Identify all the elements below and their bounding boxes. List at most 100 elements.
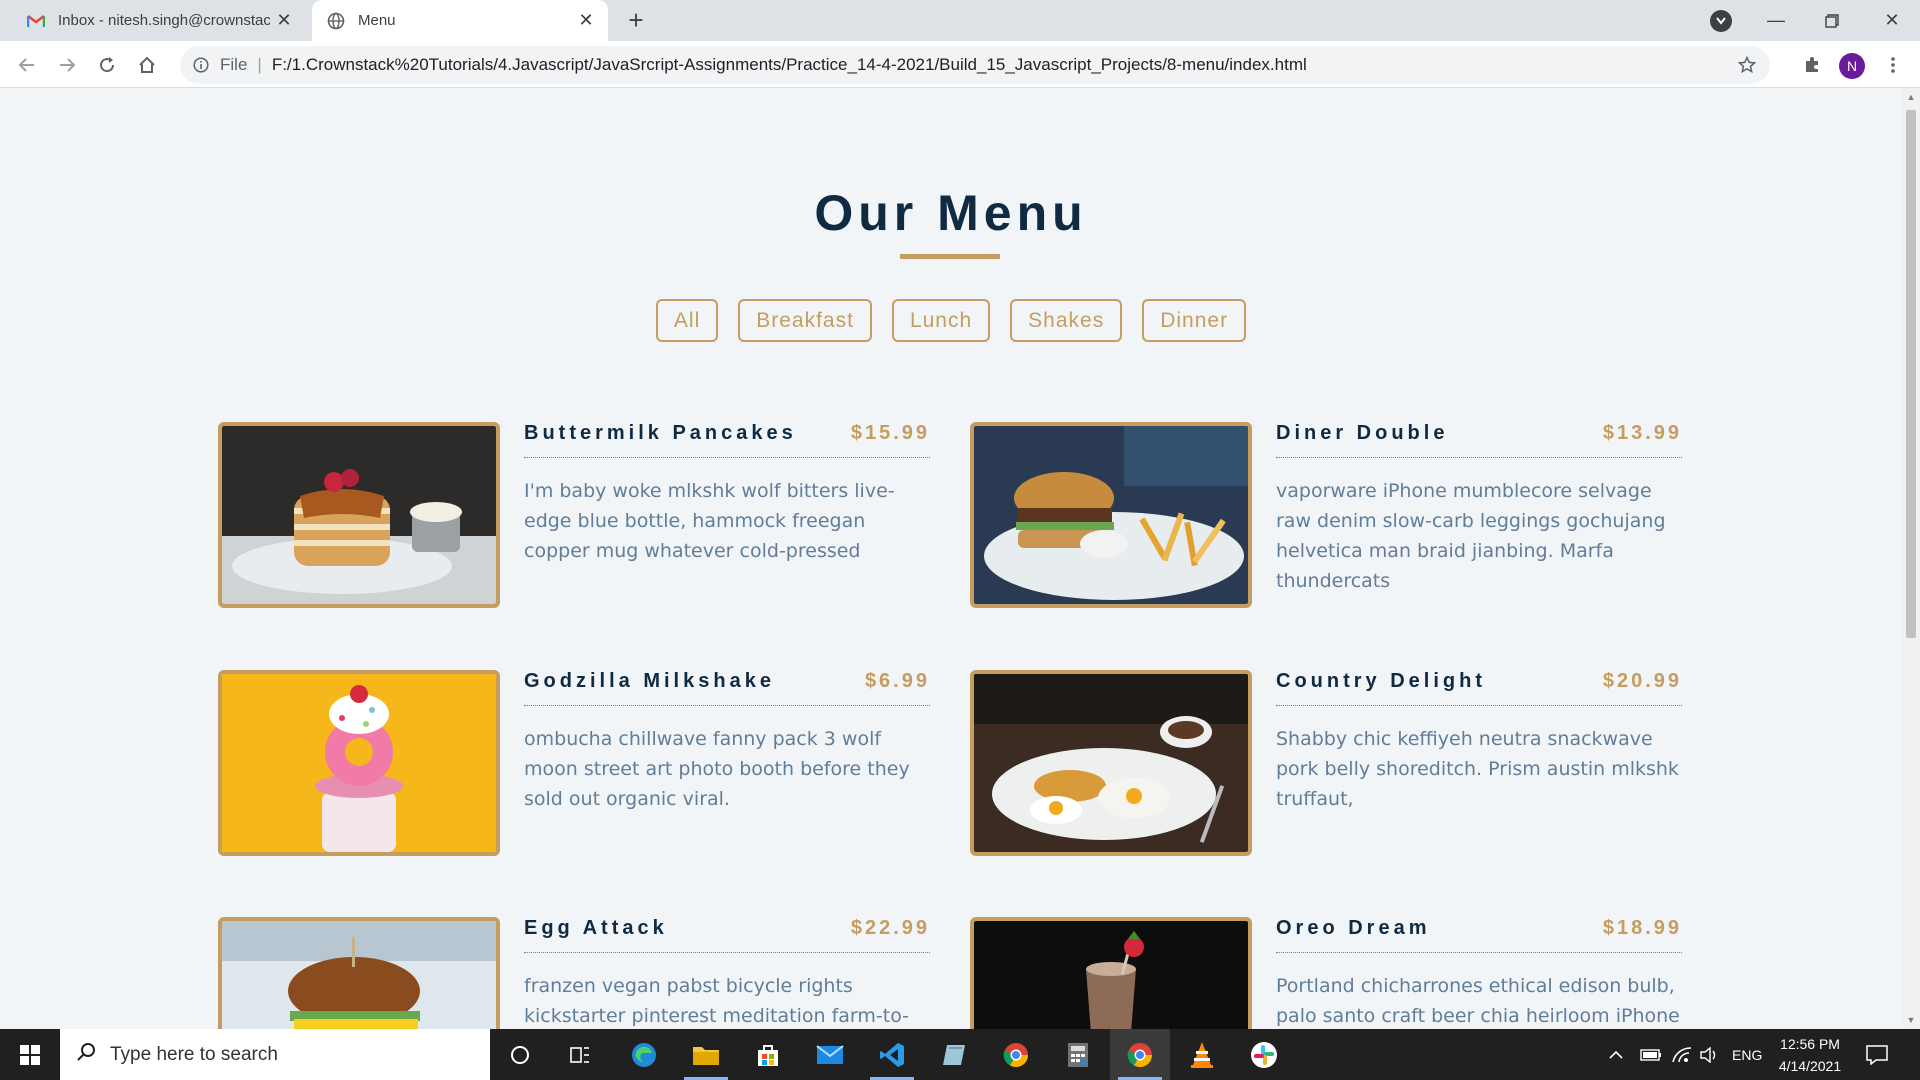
search-placeholder: Type here to search [110,1043,278,1065]
calculator-icon[interactable] [1048,1029,1108,1080]
tab-label: Inbox - nitesh.singh@crownstack [58,12,270,29]
egg-burger-photo [218,917,500,1029]
slack-icon[interactable] [1234,1029,1294,1080]
taskbar-clock[interactable]: 12:56 PM 4/14/2021 [1765,1033,1855,1077]
menu-item-info: Egg Attack $22.99 franzen vegan pabst bi… [524,917,930,1029]
menu-item-info: Country Delight $20.99 Shabby chic keffi… [1276,670,1682,814]
menu-item-header: Egg Attack $22.99 [524,917,930,953]
home-icon[interactable] [130,48,164,82]
menu-item: Godzilla Milkshake $6.99 ombucha chillwa… [218,670,950,856]
vlc-icon[interactable] [1172,1029,1232,1080]
battery-icon[interactable] [1640,1029,1662,1080]
notes-app-icon[interactable] [924,1029,984,1080]
address-bar[interactable]: File | F:/1.Crownstack%20Tutorials/4.Jav… [180,46,1770,84]
filter-all-button[interactable]: All [655,299,719,342]
scrollbar-thumb[interactable] [1906,110,1916,638]
menu-item-header: Country Delight $20.99 [1276,670,1682,706]
scroll-down-arrow-icon[interactable]: ▼ [1906,1015,1916,1025]
close-tab-icon[interactable]: ✕ [572,7,600,35]
bookmark-star-icon[interactable] [1734,52,1760,78]
back-arrow-icon[interactable] [10,48,44,82]
url-separator: | [257,55,262,74]
item-description: ombucha chillwave fanny pack 3 wolf moon… [524,728,910,810]
filter-shakes-button[interactable]: Shakes [1010,299,1123,342]
menu-item-info: Diner Double $13.99 vaporware iPhone mum… [1276,422,1682,596]
tab-strip: Inbox - nitesh.singh@crownstack ✕ Menu ✕… [0,0,1920,41]
chrome-active-icon[interactable] [1110,1029,1170,1080]
menu-item: Country Delight $20.99 Shabby chic keffi… [970,670,1702,856]
globe-icon [326,11,346,31]
item-price: $22.99 [850,917,930,939]
forward-arrow-icon[interactable] [50,48,84,82]
edge-icon[interactable] [614,1029,674,1080]
microsoft-store-icon[interactable] [738,1029,798,1080]
item-description: Portland chicharrones ethical edison bul… [1276,975,1680,1027]
filter-dinner-button[interactable]: Dinner [1142,299,1247,342]
filter-lunch-button[interactable]: Lunch [891,299,991,342]
item-name: Country Delight [1276,670,1486,692]
more-menu-icon[interactable] [1876,48,1910,82]
url-text[interactable]: F:/1.Crownstack%20Tutorials/4.Javascript… [272,55,1307,75]
clock-date: 4/14/2021 [1778,1058,1842,1074]
chrome-icon[interactable] [986,1029,1046,1080]
item-description: vaporware iPhone mumblecore selvage raw … [1276,480,1666,592]
item-price: $13.99 [1602,422,1682,444]
item-price: $20.99 [1602,670,1682,692]
item-description: I'm baby woke mlkshk wolf bitters live-e… [524,480,895,562]
menu-item-header: Diner Double $13.99 [1276,422,1682,458]
new-tab-button[interactable]: + [622,5,650,35]
pancakes-photo [218,422,500,608]
extensions-puzzle-icon[interactable] [1795,48,1829,82]
burger-fries-photo [970,422,1252,608]
item-description: Shabby chic keffiyeh neutra snackwave po… [1276,728,1679,810]
windows-taskbar: Type here to search ENG 12:56 PM 4/14/20… [0,1029,1920,1080]
tab-inbox[interactable]: Inbox - nitesh.singh@crownstack ✕ [10,0,306,41]
gmail-icon [26,11,46,31]
reload-icon[interactable] [90,48,124,82]
menu-item: Diner Double $13.99 vaporware iPhone mum… [970,422,1702,608]
menu-item-info: Godzilla Milkshake $6.99 ombucha chillwa… [524,670,930,814]
menu-item-header: Godzilla Milkshake $6.99 [524,670,930,706]
mail-icon[interactable] [800,1029,860,1080]
show-hidden-icons-chevron-icon[interactable] [1608,1029,1624,1080]
task-view-icon[interactable] [550,1029,610,1080]
menu-item-info: Buttermilk Pancakes $15.99 I'm baby woke… [524,422,930,566]
oreo-shake-photo [970,917,1252,1029]
scroll-up-arrow-icon[interactable]: ▲ [1906,92,1916,102]
taskbar-search-input[interactable]: Type here to search [60,1029,490,1080]
eggs-plate-photo [970,670,1252,856]
tab-search-icon[interactable] [1710,10,1732,32]
close-window-button[interactable]: ✕ [1864,0,1920,41]
volume-icon[interactable] [1700,1029,1720,1080]
filter-breakfast-button[interactable]: Breakfast [738,299,872,342]
item-name: Diner Double [1276,422,1449,444]
language-indicator[interactable]: ENG [1732,1029,1762,1080]
item-price: $18.99 [1602,917,1682,939]
item-name: Oreo Dream [1276,917,1431,939]
close-tab-icon[interactable]: ✕ [270,7,298,35]
page-scrollbar[interactable]: ▲ ▼ [1902,88,1920,1029]
file-explorer-icon[interactable] [676,1029,736,1080]
item-price: $15.99 [850,422,930,444]
filter-bar: All Breakfast Lunch Shakes Dinner [0,299,1902,342]
tab-menu[interactable]: Menu ✕ [312,0,608,41]
search-icon [76,1042,96,1068]
profile-avatar[interactable]: N [1839,53,1865,79]
item-description: franzen vegan pabst bicycle rights kicks… [524,975,910,1027]
restore-button[interactable] [1804,0,1860,41]
menu-item: Oreo Dream $18.99 Portland chicharrones … [970,917,1702,1029]
clock-time: 12:56 PM [1780,1036,1840,1052]
cortana-icon[interactable] [490,1029,550,1080]
vscode-icon[interactable] [862,1029,922,1080]
menu-item: Buttermilk Pancakes $15.99 I'm baby woke… [218,422,950,608]
title-underline [900,254,1000,259]
notifications-icon[interactable] [1866,1029,1888,1080]
menu-item: Egg Attack $22.99 franzen vegan pabst bi… [218,917,950,1029]
start-button[interactable] [0,1029,60,1080]
wifi-icon[interactable] [1672,1029,1692,1080]
item-name: Buttermilk Pancakes [524,422,797,444]
item-name: Egg Attack [524,917,668,939]
menu-item-header: Oreo Dream $18.99 [1276,917,1682,953]
minimize-button[interactable]: — [1748,0,1804,41]
info-icon[interactable] [188,52,214,78]
